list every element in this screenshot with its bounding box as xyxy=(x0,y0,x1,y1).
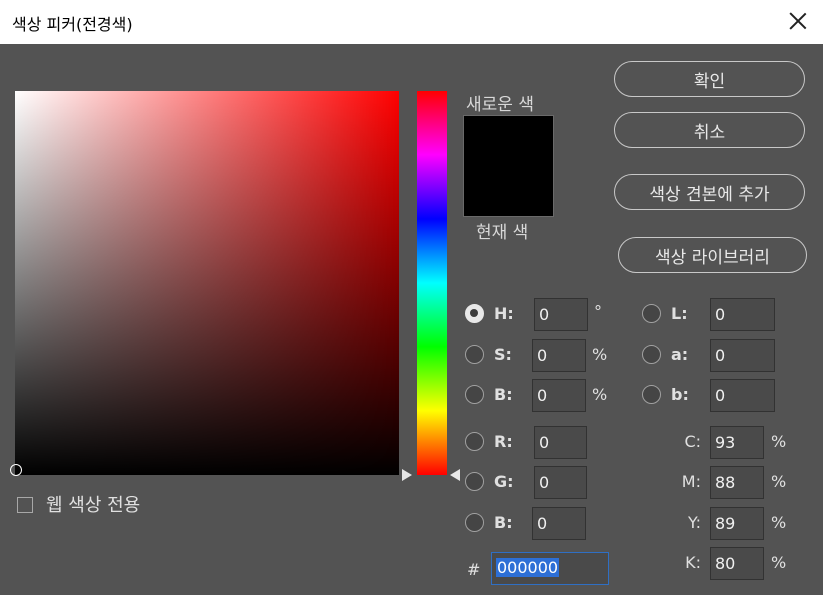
brightness-label: B: xyxy=(494,385,513,404)
hue-slider-left-handle[interactable] xyxy=(402,469,412,481)
cyan-unit: % xyxy=(771,432,787,451)
black-unit: % xyxy=(771,553,787,572)
cyan-input[interactable]: 93 xyxy=(710,426,764,459)
add-to-swatches-button[interactable]: 색상 견본에 추가 xyxy=(614,174,805,210)
cyan-label: C: xyxy=(684,432,701,451)
brightness-unit: % xyxy=(592,385,608,404)
hue-unit: ° xyxy=(594,302,602,321)
radio-a-channel[interactable] xyxy=(642,345,661,364)
red-label: R: xyxy=(494,432,513,451)
lightness-input[interactable]: 0 xyxy=(710,298,775,331)
radio-green[interactable] xyxy=(465,472,484,491)
hex-label: # xyxy=(467,560,481,579)
title-bar: 색상 피커(전경색) xyxy=(0,0,823,44)
hue-label: H: xyxy=(494,304,514,323)
saturation-label: S: xyxy=(494,345,512,364)
red-input[interactable]: 0 xyxy=(534,426,587,459)
b-channel-label: b: xyxy=(671,385,689,404)
radio-saturation[interactable] xyxy=(465,345,484,364)
blue-input[interactable]: 0 xyxy=(532,507,586,540)
color-libraries-button[interactable]: 색상 라이브러리 xyxy=(618,237,807,273)
black-label: K: xyxy=(685,553,701,572)
a-channel-input[interactable]: 0 xyxy=(710,339,775,372)
color-preview-swatch xyxy=(463,115,554,217)
hex-value: 000000 xyxy=(496,558,560,577)
black-input[interactable]: 80 xyxy=(710,547,764,580)
radio-b-channel[interactable] xyxy=(642,385,661,404)
magenta-input[interactable]: 88 xyxy=(710,466,764,499)
brightness-input[interactable]: 0 xyxy=(532,379,586,412)
close-icon[interactable] xyxy=(789,12,807,30)
radio-red[interactable] xyxy=(465,432,484,451)
current-color-label: 현재 색 xyxy=(476,223,529,243)
saturation-input[interactable]: 0 xyxy=(532,339,586,372)
yellow-input[interactable]: 89 xyxy=(710,507,764,540)
dialog-title: 색상 피커(전경색) xyxy=(12,15,133,34)
blue-label: B: xyxy=(494,513,513,532)
hue-slider-right-handle[interactable] xyxy=(450,469,460,481)
green-input[interactable]: 0 xyxy=(534,466,587,499)
magenta-unit: % xyxy=(771,472,787,491)
magenta-label: M: xyxy=(681,472,701,491)
radio-hue[interactable] xyxy=(465,304,484,323)
yellow-unit: % xyxy=(771,513,787,532)
yellow-label: Y: xyxy=(687,513,701,532)
web-colors-only-checkbox[interactable] xyxy=(17,497,33,513)
b-channel-input[interactable]: 0 xyxy=(710,379,775,412)
radio-lightness[interactable] xyxy=(642,304,661,323)
hue-slider[interactable] xyxy=(417,91,447,475)
color-field-marker[interactable] xyxy=(10,464,22,476)
saturation-unit: % xyxy=(592,345,608,364)
hue-input[interactable]: 0 xyxy=(534,298,588,331)
green-label: G: xyxy=(494,472,514,491)
radio-brightness[interactable] xyxy=(465,385,484,404)
radio-blue[interactable] xyxy=(465,513,484,532)
lightness-label: L: xyxy=(671,304,688,323)
ok-button[interactable]: 확인 xyxy=(614,61,805,97)
hex-input[interactable]: 000000 xyxy=(491,552,609,585)
cancel-button[interactable]: 취소 xyxy=(614,112,805,148)
a-channel-label: a: xyxy=(671,345,689,364)
color-field[interactable] xyxy=(15,91,399,475)
new-color-label: 새로운 색 xyxy=(466,95,534,115)
web-colors-only-label: 웹 색상 전용 xyxy=(46,495,141,516)
